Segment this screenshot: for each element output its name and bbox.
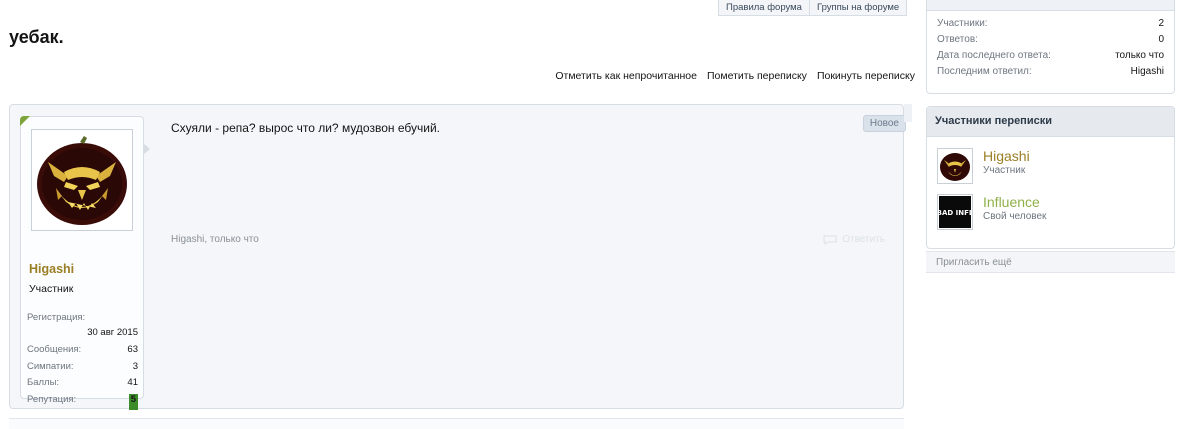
info-label: Ответов: — [937, 34, 978, 45]
info-label: Последним ответил: — [937, 66, 1032, 77]
page-title: уебак. — [9, 27, 64, 47]
scroll-marker — [904, 104, 912, 122]
participant-name[interactable]: Higashi — [983, 148, 1030, 164]
reply-button[interactable]: Ответить — [823, 234, 885, 245]
userinfo-arrow — [143, 143, 150, 155]
meta-time: , только что — [204, 234, 259, 245]
tab-forum-groups[interactable]: Группы на форуме — [808, 0, 906, 15]
tab-forum-rules[interactable]: Правила форума — [719, 0, 809, 15]
info-row: Дата последнего ответа: только что — [937, 49, 1164, 65]
invite-more-link[interactable]: Пригласить ещё — [926, 251, 1175, 273]
conversation-page: Правила форума Группы на форуме уебак. О… — [0, 0, 1184, 429]
mark-unread-link[interactable]: Отметить как непрочитанное — [555, 70, 697, 82]
info-box-header — [927, 0, 1174, 11]
leave-conversation-link[interactable]: Покинуть переписку — [817, 70, 915, 82]
participant-avatar[interactable]: BAD INFL — [937, 194, 973, 230]
conversation-actions: Отметить как непрочитанное Пометить пере… — [555, 70, 915, 82]
meta-author-link[interactable]: Higashi — [171, 234, 204, 245]
participant-avatar[interactable] — [937, 148, 973, 184]
top-tabs: Правила форума Группы на форуме — [718, 0, 908, 16]
info-rows: Участники: 2 Ответов: 0 Дата последнего … — [927, 11, 1174, 81]
message-meta: Higashi, только что — [171, 234, 259, 245]
reputation-value: 5 — [128, 393, 138, 410]
registration-label: Регистрация: — [27, 312, 86, 323]
reply-icon — [823, 235, 837, 245]
participants-title: Участники переписки — [927, 107, 1174, 137]
author-name[interactable]: Higashi — [29, 262, 74, 276]
message-user-info: Higashi Участник Регистрация: 30 авг 201… — [20, 116, 150, 410]
stat-row: Баллы: 41 — [27, 377, 138, 394]
participant-item[interactable]: Higashi Участник — [937, 148, 1030, 184]
avatar[interactable] — [31, 129, 133, 231]
message: Higashi Участник Регистрация: 30 авг 201… — [9, 104, 906, 410]
likes-label: Симпатии: — [27, 360, 74, 372]
pumpkin-avatar-icon — [939, 150, 971, 182]
info-value[interactable]: Higashi — [1131, 65, 1164, 81]
reputation-label: Репутация: — [27, 393, 77, 405]
info-value: 2 — [1158, 18, 1164, 29]
stat-row: Репутация: 5 — [27, 393, 138, 410]
info-row: Ответов: 0 — [937, 33, 1164, 49]
likes-value: 3 — [132, 360, 138, 372]
participant-role: Свой человек — [983, 211, 1047, 222]
registration-value: 30 авг 2015 — [87, 327, 138, 338]
info-label: Участники: — [937, 18, 988, 29]
participant-name[interactable]: Influence — [983, 194, 1046, 210]
points-label: Баллы: — [27, 377, 60, 388]
participant-item[interactable]: BAD INFL Influence Свой человек — [937, 194, 1046, 230]
reply-label: Ответить — [842, 234, 885, 245]
conversation-info-box: Участники: 2 Ответов: 0 Дата последнего … — [926, 0, 1175, 94]
info-row: Участники: 2 — [937, 17, 1164, 33]
pumpkin-avatar-icon — [34, 132, 130, 228]
info-value: только что — [1115, 50, 1164, 61]
mark-conversation-link[interactable]: Пометить переписку — [707, 70, 807, 82]
info-label: Дата последнего ответа: — [937, 50, 1051, 61]
participant-role: Участник — [983, 165, 1026, 176]
info-value: 0 — [1158, 34, 1164, 45]
stat-row: Сообщения: 63 — [27, 344, 138, 361]
messages-value[interactable]: 63 — [127, 344, 138, 361]
message-text: Схуяли - репа? вырос что ли? мудозвон еб… — [171, 121, 440, 135]
stat-row: Симпатии: 3 — [27, 361, 138, 378]
author-stats: Регистрация: 30 авг 2015 Сообщения: 63 С… — [27, 312, 138, 410]
messages-label: Сообщения: — [27, 344, 82, 355]
next-block-edge — [9, 418, 904, 429]
bad-influence-avatar-icon: BAD INFL — [939, 196, 971, 228]
info-row: Последним ответил: Higashi — [937, 65, 1164, 81]
avatar-text: BAD INFL — [939, 209, 971, 217]
points-value[interactable]: 41 — [127, 377, 138, 394]
participants-box: Участники переписки Higashi Участник AD … — [926, 106, 1175, 249]
online-indicator — [20, 116, 30, 126]
new-badge: Новое — [862, 115, 906, 132]
author-title: Участник — [29, 283, 74, 295]
